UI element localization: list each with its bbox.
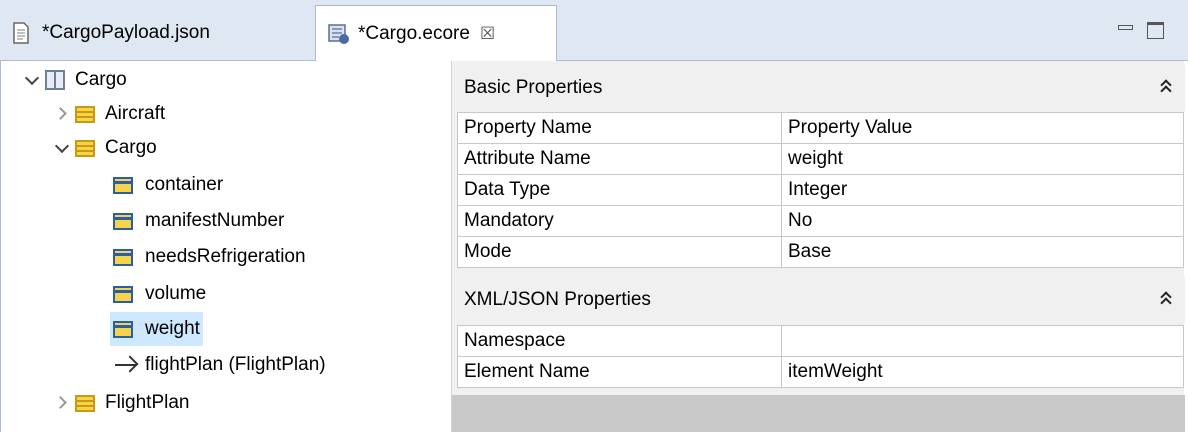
ereference-icon [113, 355, 139, 375]
eclass-icon [75, 139, 95, 157]
property-value-cell[interactable] [781, 325, 1184, 357]
maximize-icon[interactable] [1147, 20, 1165, 42]
eattribute-icon [113, 248, 133, 266]
ecore-model-icon [328, 22, 349, 46]
collapsed-arrow-icon[interactable] [53, 104, 73, 124]
property-name-cell: Namespace [457, 325, 782, 357]
table-row[interactable]: Mode Base [457, 236, 1184, 268]
tree-node-attribute[interactable]: volume [113, 277, 206, 311]
table-row[interactable]: Namespace [457, 325, 1184, 357]
column-header: Property Name [457, 112, 782, 144]
eattribute-icon [113, 320, 133, 338]
eattribute-icon [113, 285, 133, 303]
eattribute-icon [113, 212, 133, 230]
model-tree: Cargo Aircraft Cargo container manifestN… [0, 61, 442, 432]
editor-tab-bar: *CargoPayload.json *Cargo.ecore ☒ [0, 0, 1188, 61]
eclass-icon [75, 394, 95, 412]
property-value-cell[interactable]: itemWeight [781, 356, 1184, 388]
tree-node-label: volume [145, 283, 207, 304]
section-title: Basic Properties [464, 77, 603, 98]
collapse-section-icon[interactable] [1159, 78, 1173, 96]
property-name-cell: Element Name [457, 356, 782, 388]
tree-node-label: Cargo [75, 69, 127, 90]
property-value-cell[interactable]: Base [781, 236, 1184, 268]
xml-json-properties-header[interactable]: XML/JSON Properties [452, 277, 1185, 323]
basic-properties-header[interactable]: Basic Properties [452, 65, 1185, 111]
tree-node-attribute[interactable]: manifestNumber [113, 204, 284, 238]
json-file-icon [12, 21, 32, 45]
tree-node-label: weight [145, 318, 200, 339]
properties-panel: Basic Properties Property Name Property … [451, 61, 1185, 432]
table-header-row: Property Name Property Value [457, 112, 1184, 144]
table-row[interactable]: Attribute Name weight [457, 143, 1184, 175]
tree-node-flightplan[interactable]: FlightPlan [53, 386, 190, 420]
close-tab-icon[interactable]: ☒ [480, 24, 495, 44]
property-value-cell[interactable]: weight [781, 143, 1184, 175]
empty-area [452, 395, 1185, 432]
tree-node-attribute[interactable]: needsRefrigeration [113, 240, 306, 274]
tree-node-label: Cargo [105, 137, 157, 158]
tree-node-cargo-class[interactable]: Cargo [53, 131, 157, 165]
tree-node-attribute-selected[interactable]: weight [110, 312, 203, 346]
tree-node-label: manifestNumber [145, 210, 285, 231]
tab-cargo-payload-json[interactable]: *CargoPayload.json [0, 6, 305, 60]
tree-node-label: FlightPlan [105, 392, 190, 413]
xml-json-properties-table: Namespace Element Name itemWeight [457, 325, 1184, 388]
property-name-cell: Mode [457, 236, 782, 268]
property-value-cell[interactable]: Integer [781, 174, 1184, 206]
property-name-cell: Data Type [457, 174, 782, 206]
tab-label: *Cargo.ecore [358, 22, 470, 44]
column-header: Property Value [781, 112, 1184, 144]
tree-node-label: Aircraft [105, 103, 166, 124]
tree-node-label: needsRefrigeration [145, 246, 306, 267]
tree-node-attribute[interactable]: container [113, 168, 223, 202]
table-row[interactable]: Element Name itemWeight [457, 356, 1184, 388]
property-name-cell: Attribute Name [457, 143, 782, 175]
package-icon [45, 70, 65, 90]
property-value-cell[interactable]: No [781, 205, 1184, 237]
tree-node-root[interactable]: Cargo [23, 63, 127, 97]
expand-arrow-icon[interactable] [53, 138, 73, 158]
eclass-icon [75, 105, 95, 123]
tab-label: *CargoPayload.json [42, 22, 210, 43]
collapse-section-icon[interactable] [1159, 290, 1173, 308]
basic-properties-table: Property Name Property Value Attribute N… [457, 112, 1184, 268]
tree-node-label: container [145, 174, 224, 195]
table-row[interactable]: Data Type Integer [457, 174, 1184, 206]
tree-node-label: flightPlan (FlightPlan) [145, 354, 326, 375]
minimize-icon[interactable] [1118, 20, 1134, 42]
tab-cargo-ecore[interactable]: *Cargo.ecore ☒ [315, 5, 557, 61]
collapsed-arrow-icon[interactable] [53, 393, 73, 413]
tree-node-aircraft[interactable]: Aircraft [53, 97, 165, 131]
pane-splitter[interactable] [443, 61, 451, 434]
eattribute-icon [113, 176, 133, 194]
expand-arrow-icon[interactable] [23, 70, 43, 90]
tree-node-reference[interactable]: flightPlan (FlightPlan) [113, 348, 326, 382]
table-row[interactable]: Mandatory No [457, 205, 1184, 237]
section-title: XML/JSON Properties [464, 289, 651, 310]
property-name-cell: Mandatory [457, 205, 782, 237]
